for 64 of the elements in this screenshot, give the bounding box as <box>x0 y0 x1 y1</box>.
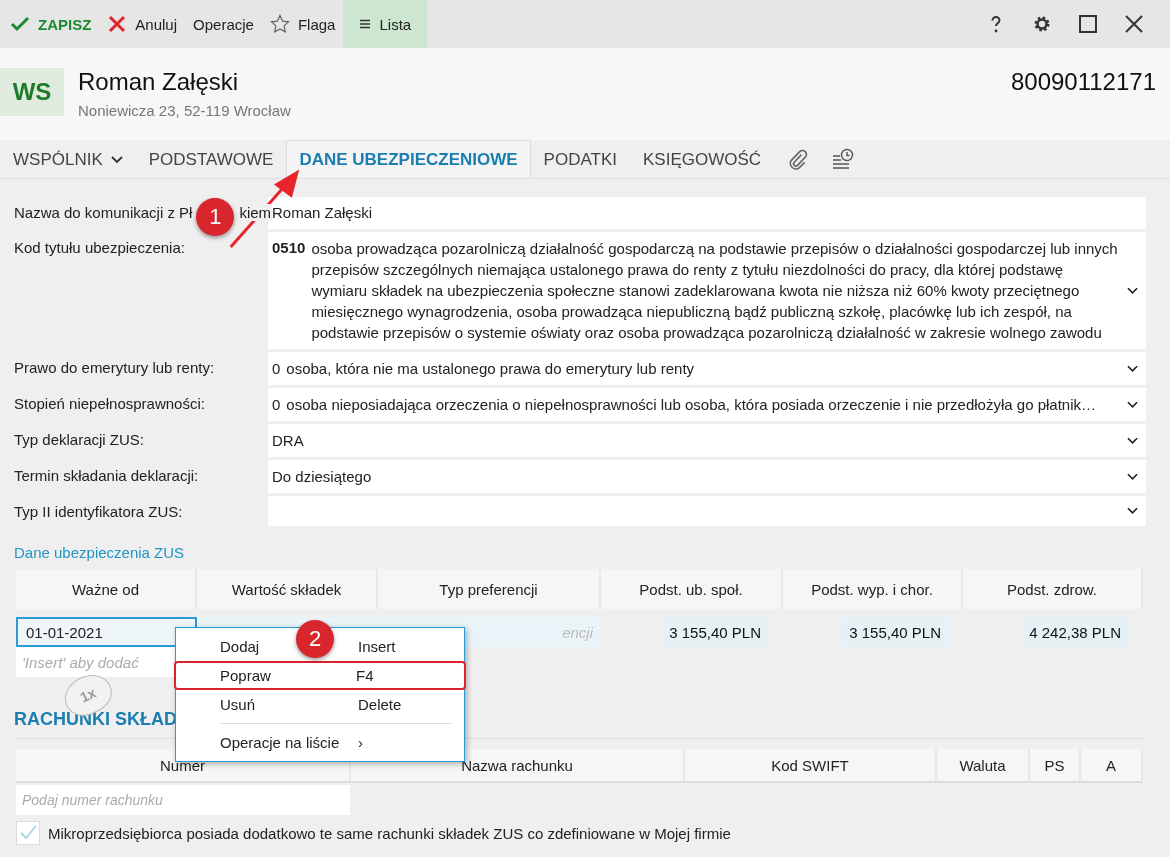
table-cell: 4 242,38 PLN <box>1021 617 1129 647</box>
field-label: Termin składania deklaracji: <box>14 466 200 486</box>
menu-item[interactable]: Popraw <box>220 667 271 684</box>
chevron-icon <box>110 155 123 164</box>
column-header: Waluta <box>937 749 1030 783</box>
star-icon <box>269 14 290 34</box>
tab[interactable]: PODSTAWOWE <box>135 140 287 178</box>
toolbar-button[interactable]: Operacje <box>185 0 262 48</box>
check-icon <box>10 14 30 34</box>
select-field[interactable]: Do dziesiątego <box>268 460 1146 493</box>
field-label: Typ deklaracji ZUS: <box>14 430 146 450</box>
history-list-icon[interactable] <box>832 148 855 170</box>
close-icon <box>107 14 128 34</box>
column-header: A <box>1081 749 1143 783</box>
chevron-icon <box>1127 364 1138 373</box>
tab[interactable]: WSPÓLNIK <box>0 140 136 178</box>
field-label: kiem <box>238 204 273 221</box>
toolbar-button[interactable]: Flaga <box>261 0 344 48</box>
column-header: Podst. ub. społ. <box>601 569 783 609</box>
maximize-icon[interactable] <box>1078 14 1098 34</box>
field-label: Kod tytułu ubezpieczenia: <box>14 238 186 258</box>
shortcut-label: F4 <box>356 667 375 684</box>
select-field[interactable]: 0 osoba, która nie ma ustalonego prawa do emerytury lub renty <box>268 352 1146 385</box>
select-field[interactable]: 0 osoba nieposiadająca orzeczenia o niepełnosprawności lub osoba, która posiada orzeczenie i nie przedłożyła go płatnik… <box>268 388 1146 421</box>
contact-name: Roman Załęski <box>78 68 240 96</box>
toolbar-button[interactable]: Lista <box>343 0 428 48</box>
field-label: Stopień niepełnosprawności: <box>14 394 206 414</box>
chevron-icon <box>1127 472 1138 481</box>
tab[interactable]: KSIĘGOWOŚĆ <box>630 140 775 178</box>
toolbar-button[interactable]: Anuluj <box>99 0 186 48</box>
checkbox[interactable] <box>16 821 40 845</box>
tab[interactable]: DANE UBEZPIECZENIOWE <box>286 140 531 178</box>
section-title: Dane ubezpieczenia ZUS <box>14 544 186 561</box>
chevron-icon <box>1127 400 1138 409</box>
chevron-icon <box>1127 436 1138 445</box>
column-header: PS <box>1030 749 1081 783</box>
field-label: Prawo do emerytury lub renty: <box>14 358 216 378</box>
chevron-icon <box>1127 286 1138 295</box>
settings-icon[interactable] <box>1032 14 1052 34</box>
field-label: Typ II identyfikatora ZUS: <box>14 502 184 522</box>
menu-item[interactable]: Dodaj <box>220 638 260 655</box>
field-label: Nazwa do komunikacji z Pł <box>14 204 193 221</box>
table-cell: 3 155,40 PLN <box>841 617 949 647</box>
column-header: Wartość składek <box>197 569 378 609</box>
select-field[interactable]: 0510 osoba prowadząca pozarolniczą działalność gospodarczą na podstawie przepisów o działalności gospodarczej lub innych przepisów szczególnych niemająca ustalonego prawa do renty z tytułu niezdolności do pracy, dla której podstawę wymiaru składek na ubezpieczenia społeczne stanowi zadeklarowana kwota nie niższa niż 60% kwoty przeciętnego miesięcznego wynagrodzenia, osoba prowadząca niepubliczną bądź publiczną szkołę, placówkę lub ich zespół, na podstawie przepisów o systemie oświaty oraz osoba prowadząca pozarolniczą działalność w zakresie wolnego zawodu <box>268 232 1146 349</box>
select-field[interactable]: DRA <box>268 424 1146 457</box>
contact-number: 80090112171 <box>1010 68 1156 96</box>
checkbox-label: Mikroprzedsiębiorca posiada dodatkowo te same rachunki składek ZUS co zdefiniowane w Mojej firmie <box>48 824 731 842</box>
table-cell: 01-01-2021 <box>16 617 197 647</box>
toolbar-button[interactable]: ZAPISZ <box>2 0 100 48</box>
select-field[interactable] <box>268 496 1146 526</box>
close-icon[interactable] <box>1124 14 1144 34</box>
menu-icon <box>359 18 372 30</box>
column-header: Kod SWIFT <box>685 749 937 783</box>
tab[interactable]: PODATKI <box>530 140 630 178</box>
column-header: Ważne od <box>16 569 197 609</box>
table-cell: 3 155,40 PLN <box>661 617 769 647</box>
column-header: Podst. wyp. i chor. <box>783 569 963 609</box>
contact-address: Noniewicza 23, 52-119 Wrocław <box>78 102 291 119</box>
column-header: Podst. zdrow. <box>963 569 1143 609</box>
column-header: Typ preferencji <box>378 569 601 609</box>
chevron-icon <box>1127 507 1138 515</box>
avatar-badge: WS <box>0 68 64 116</box>
step-badge: 1 <box>196 198 235 236</box>
